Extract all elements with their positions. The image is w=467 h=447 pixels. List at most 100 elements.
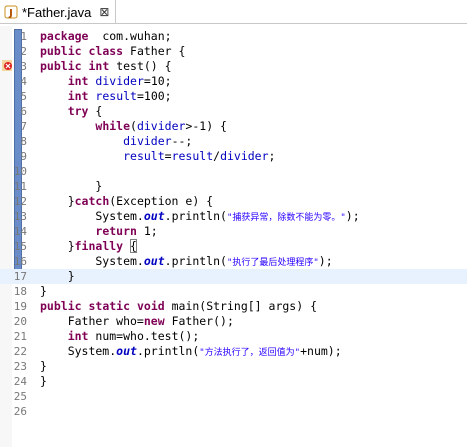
line-number: 17 bbox=[13, 270, 27, 283]
code-token: divider bbox=[136, 119, 186, 133]
line-number: 20 bbox=[13, 315, 27, 328]
code-token: "捕获异常，除数不能为零。" bbox=[226, 213, 346, 223]
code-line[interactable]: 15 }finally { bbox=[0, 239, 467, 254]
code-line[interactable]: 23} bbox=[0, 359, 467, 374]
code-token: = bbox=[164, 149, 172, 163]
code-line[interactable]: 2 public class Father { bbox=[0, 44, 467, 59]
code-text: } bbox=[40, 374, 47, 389]
code-text: } bbox=[40, 359, 47, 374]
code-line[interactable]: 22 System.out.println("方法执行了，返回值为"+num); bbox=[0, 344, 467, 359]
code-token: class bbox=[88, 44, 124, 58]
line-number: 19 bbox=[13, 300, 27, 313]
line-number: 6 bbox=[20, 105, 27, 118]
code-token: } bbox=[40, 269, 75, 283]
code-line[interactable]: 8 divider--; bbox=[0, 134, 467, 149]
code-token: public bbox=[40, 44, 82, 58]
code-token: Father(); bbox=[164, 314, 234, 328]
code-token: .println( bbox=[136, 344, 200, 358]
code-token: .println( bbox=[164, 209, 227, 223]
code-token: divider bbox=[220, 149, 269, 163]
code-token: int bbox=[67, 74, 89, 88]
code-token: } bbox=[40, 179, 103, 193]
code-line[interactable]: 3 public int test() { bbox=[0, 59, 467, 74]
code-token: try bbox=[67, 104, 89, 118]
code-text: }finally { bbox=[40, 239, 137, 254]
code-line[interactable]: 21 int num=who.test(); bbox=[0, 329, 467, 344]
code-text: while(divider>-1) { bbox=[40, 119, 227, 134]
tab-father-java[interactable]: J *Father.java ⊠ bbox=[0, 0, 116, 24]
code-token: result bbox=[95, 89, 137, 103]
code-text: public static void main(String[] args) { bbox=[40, 299, 317, 314]
code-line[interactable]: 12 }catch(Exception e) { bbox=[0, 194, 467, 209]
code-token: int bbox=[67, 329, 89, 343]
code-token: num=who.test(); bbox=[88, 329, 200, 343]
code-token: int bbox=[88, 59, 110, 73]
code-line[interactable]: 13 System.out.println("捕获异常，除数不能为零。"); bbox=[0, 209, 467, 224]
line-number: 10 bbox=[13, 165, 27, 178]
code-line[interactable]: 19 public static void main(String[] args)… bbox=[0, 299, 467, 314]
code-token: result bbox=[171, 149, 214, 163]
java-file-icon: J bbox=[4, 5, 18, 19]
line-number: 1 bbox=[20, 30, 27, 43]
code-text: divider--; bbox=[40, 134, 192, 149]
code-token: } bbox=[40, 284, 47, 298]
code-line[interactable]: 26 bbox=[0, 404, 467, 419]
code-token: void bbox=[136, 299, 165, 313]
code-line[interactable]: 17 } bbox=[0, 269, 467, 284]
code-token: ); bbox=[318, 254, 333, 268]
code-token: new bbox=[143, 314, 165, 328]
code-token: divider bbox=[95, 74, 144, 88]
code-line[interactable]: 16 System.out.println("执行了最后处理程序"); bbox=[0, 254, 467, 269]
code-line[interactable]: 6 try { bbox=[0, 104, 467, 119]
close-icon[interactable]: ⊠ bbox=[99, 5, 109, 19]
code-token: } bbox=[40, 239, 75, 253]
code-line[interactable]: 9 result=result/divider; bbox=[0, 149, 467, 164]
code-token: =100; bbox=[136, 89, 172, 103]
tab-title: *Father.java bbox=[22, 4, 92, 20]
line-number: 13 bbox=[13, 210, 27, 223]
code-token: out bbox=[116, 344, 137, 358]
code-token: finally bbox=[74, 239, 124, 253]
code-line[interactable]: 14 return 1; bbox=[0, 224, 467, 239]
code-token: while bbox=[95, 119, 131, 133]
code-token: out bbox=[143, 254, 165, 268]
code-token: Father { bbox=[123, 44, 186, 58]
code-text: int divider=10; bbox=[40, 74, 172, 89]
code-line[interactable]: 7 while(divider>-1) { bbox=[0, 119, 467, 134]
matching-bracket: { bbox=[130, 239, 137, 253]
code-token: System. bbox=[40, 254, 144, 268]
code-line[interactable]: 4 int divider=10; bbox=[0, 74, 467, 89]
editor-tab-bar: J *Father.java ⊠ bbox=[0, 0, 467, 24]
code-token: return bbox=[95, 224, 137, 238]
code-token: ); bbox=[345, 209, 360, 223]
code-text: int result=100; bbox=[40, 89, 172, 104]
code-line[interactable]: 18} bbox=[0, 284, 467, 299]
code-line[interactable]: 20 Father who=new Father(); bbox=[0, 314, 467, 329]
line-number: 21 bbox=[13, 330, 27, 343]
line-number: 15 bbox=[13, 240, 27, 253]
code-token: } bbox=[40, 359, 47, 373]
code-text: } bbox=[40, 269, 75, 284]
code-line[interactable]: 25 bbox=[0, 389, 467, 404]
code-token: 1; bbox=[136, 224, 158, 238]
code-text: } bbox=[40, 284, 47, 299]
code-line[interactable]: 1 package com.wuhan; bbox=[0, 29, 467, 44]
code-line[interactable]: 24} bbox=[0, 374, 467, 389]
line-number: 12 bbox=[13, 195, 27, 208]
code-token: main(String[] args) { bbox=[164, 299, 317, 313]
code-line[interactable]: 11 } bbox=[0, 179, 467, 194]
line-number: 11 bbox=[13, 180, 27, 193]
code-token: "执行了最后处理程序" bbox=[226, 258, 319, 268]
error-marker-icon[interactable] bbox=[2, 60, 12, 71]
code-line[interactable]: 10 bbox=[0, 164, 467, 179]
line-number: 26 bbox=[13, 405, 27, 418]
line-number: 9 bbox=[20, 150, 27, 163]
code-editor[interactable]: 1 package com.wuhan; 2 public class Father … bbox=[0, 26, 467, 447]
code-token: } bbox=[40, 194, 75, 208]
code-token: catch bbox=[74, 194, 110, 208]
code-line[interactable]: 5 int result=100; bbox=[0, 89, 467, 104]
